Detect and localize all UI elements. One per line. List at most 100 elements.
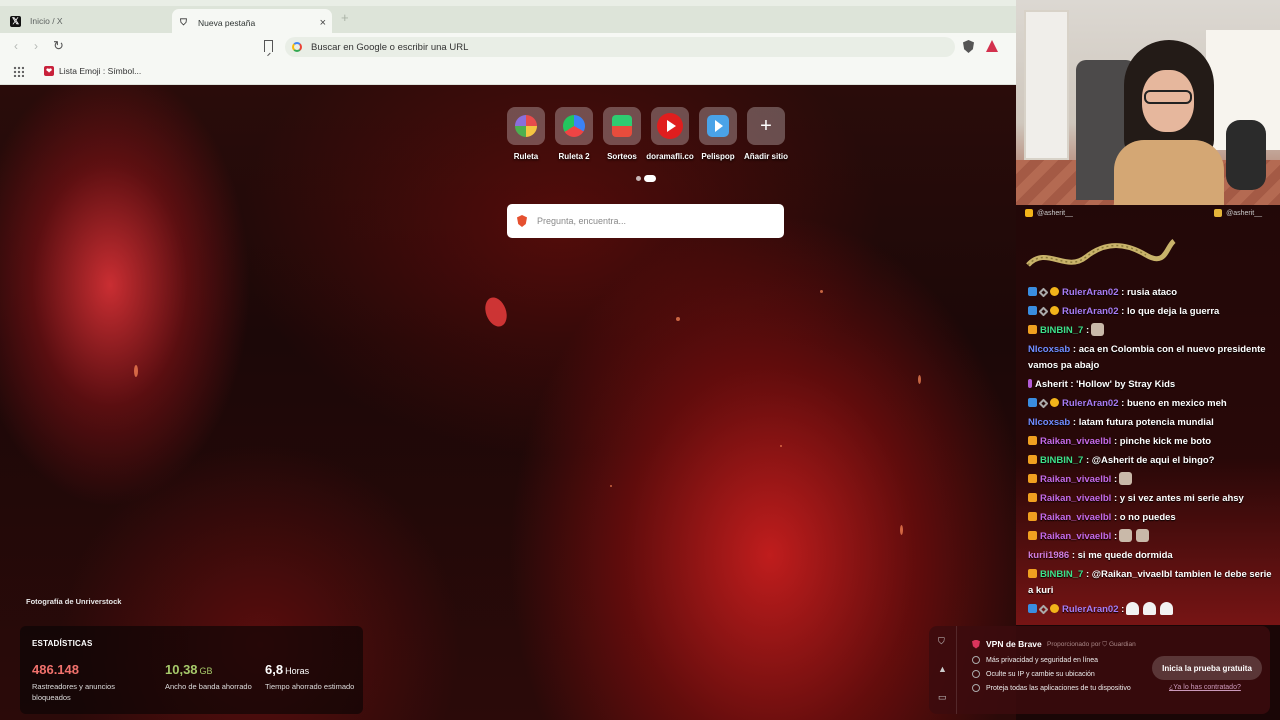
- chat-username[interactable]: Raikan_vivaelbl: [1040, 493, 1111, 504]
- chat-message: NIcoxsab : aca en Colombia con el nuevo …: [1028, 342, 1272, 374]
- new-tab-page: Ruleta Ruleta 2 Sorteos doramafli.co Pel…: [0, 85, 1016, 720]
- photo-credit[interactable]: Fotografía de Unriverstock: [26, 597, 121, 606]
- chat-message: BINBIN_7 : @Raikan_vivaelbl tambien le d…: [1028, 567, 1272, 599]
- chat-badge-icon: [1028, 455, 1037, 464]
- social-handle-right: @asherit__: [1214, 209, 1262, 217]
- shortcut-label: Ruleta: [513, 152, 539, 161]
- tab-strip: 𝕏 Inicio / X ⛉ Nueva pestaña × +: [0, 0, 1016, 36]
- chat-badge-icon: [1028, 287, 1037, 296]
- chat-username[interactable]: Asherit: [1035, 379, 1068, 390]
- chat-badge-icon: [1050, 398, 1059, 407]
- chat-emote-icon: [1160, 602, 1174, 615]
- bookmark-item[interactable]: ❤ Lista Emoji : Símbol...: [44, 66, 141, 76]
- brave-shields-icon[interactable]: [963, 40, 974, 53]
- chat-username[interactable]: BINBIN_7: [1040, 455, 1083, 466]
- chat-username[interactable]: kurii1986: [1028, 550, 1069, 561]
- chat-message: Raikan_vivaelbl : y si vez antes mi seri…: [1028, 491, 1272, 507]
- social-handle: @asherit__: [1226, 209, 1262, 217]
- stat-value: 6,8: [265, 662, 284, 677]
- shortcut-sorteos[interactable]: Sorteos: [598, 107, 646, 161]
- pager-dot[interactable]: [636, 176, 641, 181]
- x-logo-icon: 𝕏: [10, 15, 21, 27]
- apps-grid-icon[interactable]: [13, 66, 24, 77]
- close-tab-icon[interactable]: ×: [320, 17, 326, 29]
- chat-message: Raikan_vivaelbl : o no puedes: [1028, 510, 1272, 526]
- chat-badge-icon: [1028, 325, 1037, 334]
- shortcut-doramafli[interactable]: doramafli.co: [646, 107, 694, 161]
- social-handle-left: @asherit__: [1025, 209, 1073, 217]
- social-icon: [1025, 209, 1033, 217]
- stat-value: 486.148: [32, 662, 79, 677]
- card-icon[interactable]: ▭: [938, 692, 947, 703]
- sorteos-icon: [612, 115, 632, 137]
- chat-text: : o no puedes: [1113, 512, 1176, 523]
- chat-username[interactable]: BINBIN_7: [1040, 325, 1083, 336]
- chat-text: :: [1085, 325, 1090, 336]
- shortcut-tile: +: [747, 107, 785, 145]
- play-icon: [707, 115, 729, 137]
- chat-username[interactable]: NIcoxsab: [1028, 344, 1070, 355]
- shortcut-ruleta-2[interactable]: Ruleta 2: [550, 107, 598, 161]
- reload-icon[interactable]: ↻: [53, 38, 64, 54]
- chat-emote-icon: [1126, 602, 1140, 615]
- emoji-list-favicon-icon: ❤: [44, 66, 54, 76]
- chat-message: Raikan_vivaelbl :: [1028, 472, 1272, 488]
- chat-username[interactable]: NIcoxsab: [1028, 417, 1070, 428]
- shortcut-ruleta[interactable]: Ruleta: [502, 107, 550, 161]
- rewards-triangle-icon[interactable]: ▲: [938, 664, 947, 674]
- streamer: [1114, 40, 1224, 205]
- chat-username[interactable]: RulerAran02: [1062, 398, 1119, 409]
- chat-badge-icon: [1028, 569, 1037, 578]
- vpn-feature: Oculte su IP y cambie su ubicación: [972, 670, 1095, 678]
- chat-badge-icon: [1028, 379, 1032, 388]
- chat-message: RulerAran02 : rusia ataco: [1028, 285, 1272, 301]
- shortcut-tile: [555, 107, 593, 145]
- chat-badge-icon: [1050, 287, 1059, 296]
- shortcut-label: Sorteos: [607, 152, 637, 161]
- vpn-already-link[interactable]: ¿Ya lo has contratado?: [1169, 684, 1241, 691]
- bookmarks-bar: ❤ Lista Emoji : Símbol...: [0, 61, 1016, 85]
- background-particle: [676, 317, 680, 321]
- address-bar[interactable]: Buscar en Google o escribir una URL: [285, 37, 955, 57]
- brave-shield-icon: ⛉: [180, 17, 187, 27]
- chat-badge-icon: [1028, 306, 1037, 315]
- chat-username[interactable]: RulerAran02: [1062, 604, 1119, 615]
- bookmark-icon[interactable]: [264, 40, 273, 52]
- brave-rewards-icon[interactable]: [986, 40, 998, 52]
- stats-title: ESTADÍSTICAS: [32, 639, 93, 648]
- shortcut-tile: [603, 107, 641, 145]
- new-tab-plus-icon[interactable]: +: [341, 10, 349, 25]
- chat-text: :: [1113, 531, 1118, 542]
- chat-emote-icon: [1119, 472, 1133, 485]
- browser-window: 𝕏 Inicio / X ⛉ Nueva pestaña × + ‹ › ↻ B…: [0, 0, 1016, 720]
- chat-username[interactable]: Raikan_vivaelbl: [1040, 531, 1111, 542]
- tab-inicio-x[interactable]: 𝕏 Inicio / X: [10, 9, 165, 33]
- pager-dot-active[interactable]: [644, 175, 656, 182]
- screen: 𝕏 Inicio / X ⛉ Nueva pestaña × + ‹ › ↻ B…: [0, 0, 1280, 720]
- chat-username[interactable]: RulerAran02: [1062, 287, 1119, 298]
- chat-username[interactable]: Raikan_vivaelbl: [1040, 436, 1111, 447]
- vpn-trial-button[interactable]: Inicia la prueba gratuita: [1152, 656, 1262, 680]
- tab-nueva-pestana[interactable]: ⛉ Nueva pestaña ×: [172, 9, 332, 36]
- back-icon[interactable]: ‹: [14, 39, 18, 53]
- chat-message: RulerAran02 :: [1028, 602, 1272, 618]
- chat-message: RulerAran02 : bueno en mexico meh: [1028, 396, 1272, 412]
- shortcut-add-site[interactable]: + Añadir sitio: [742, 107, 790, 161]
- forward-icon[interactable]: ›: [34, 39, 38, 53]
- chat-badge-icon: [1038, 604, 1049, 615]
- stat-unit: GB: [199, 666, 213, 676]
- chat-username[interactable]: Raikan_vivaelbl: [1040, 512, 1111, 523]
- chat-username[interactable]: RulerAran02: [1062, 306, 1119, 317]
- chat-username[interactable]: Raikan_vivaelbl: [1040, 474, 1111, 485]
- shortcut-label: Ruleta 2: [558, 152, 590, 161]
- chat-badge-icon: [1038, 287, 1049, 298]
- shortcut-pelispop[interactable]: Pelispop: [694, 107, 742, 161]
- chat-username[interactable]: BINBIN_7: [1040, 569, 1083, 580]
- stat-description: Rastreadores y anuncios bloqueados: [32, 682, 115, 702]
- ntp-search-box[interactable]: Pregunta, encuentra...: [507, 204, 784, 238]
- chat-text: :: [1113, 474, 1118, 485]
- vpn-shield-icon[interactable]: ⛉: [938, 636, 945, 647]
- stat-trackers: 486.148 Rastreadores y anuncios bloquead…: [32, 661, 122, 703]
- stream-chat: @asherit__ @asherit__ RulerAran02 : rusi…: [1016, 205, 1280, 625]
- chat-message: NIcoxsab : latam futura potencia mundial: [1028, 415, 1272, 431]
